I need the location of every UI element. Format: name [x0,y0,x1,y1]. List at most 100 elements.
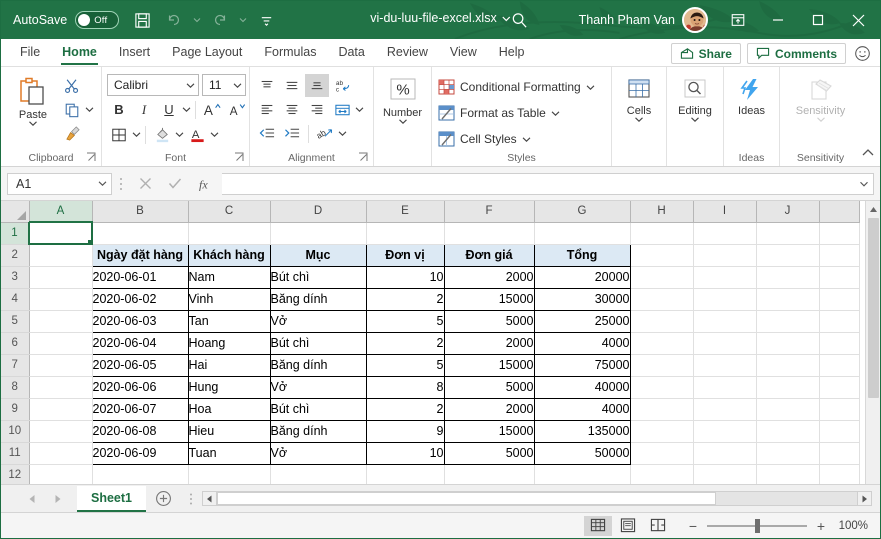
cell-partial-2[interactable] [819,244,860,267]
decrease-font-size-button[interactable]: A [225,98,249,121]
row-header-5[interactable]: 5 [1,310,30,333]
cell-C11[interactable]: Tuan [187,441,271,465]
save-button[interactable] [127,5,157,35]
split-handle[interactable] [180,492,202,506]
grid[interactable]: A B C D E F G H I J 1 2 Ngày đặt hàng Khách hàng Mục Đơ… [1,201,865,484]
cell-J3[interactable] [756,266,820,289]
cell-partial-7[interactable] [819,354,860,377]
cell-D9[interactable]: Bút chì [269,397,367,421]
tab-help[interactable]: Help [488,40,536,66]
row-header-8[interactable]: 8 [1,376,30,399]
insert-function-button[interactable]: fx [190,173,220,195]
row-header-9[interactable]: 9 [1,398,30,421]
cell-G12[interactable] [534,464,631,484]
cell-F6[interactable]: 2000 [443,331,535,355]
cell-J6[interactable] [756,332,820,355]
next-sheet-button[interactable] [45,487,71,511]
cell-F12[interactable] [444,464,535,484]
cell-A2[interactable] [29,244,93,267]
cell-G11[interactable]: 50000 [533,441,631,465]
bold-button[interactable]: B [107,98,131,121]
cell-D11[interactable]: Vở [269,441,367,465]
cell-C12[interactable] [188,464,271,484]
feedback-button[interactable] [852,44,872,64]
cancel-edit-button[interactable] [130,173,160,195]
row-header-4[interactable]: 4 [1,288,30,311]
undo-button[interactable] [159,5,189,35]
horizontal-scrollbar[interactable] [202,491,872,506]
format-painter-button[interactable] [60,122,84,145]
cell-C9[interactable]: Hoa [187,397,271,421]
cell-B5[interactable]: 2020-06-03 [91,309,189,333]
cell-D10[interactable]: Băng dính [269,419,367,443]
cell-H2[interactable] [630,244,694,267]
tab-data[interactable]: Data [327,40,375,66]
dialog-launcher-icon[interactable] [234,152,245,163]
row-header-11[interactable]: 11 [1,442,30,465]
font-color-button[interactable]: A [185,123,209,146]
maximize-button[interactable] [798,1,838,39]
cell-E11[interactable]: 10 [365,441,445,465]
tab-formulas[interactable]: Formulas [253,40,327,66]
align-bottom-button[interactable] [305,74,329,97]
cell-D12[interactable] [270,464,367,484]
zoom-slider[interactable] [707,517,807,535]
column-header-d[interactable]: D [270,201,367,223]
column-header-j[interactable]: J [756,201,820,223]
normal-view-button[interactable] [584,515,612,536]
column-header-c[interactable]: C [188,201,271,223]
confirm-edit-button[interactable] [160,173,190,195]
cell-B6[interactable]: 2020-06-04 [91,331,189,355]
close-button[interactable] [838,1,878,39]
cell-A7[interactable] [29,354,93,377]
cell-partial-11[interactable] [819,442,860,465]
avatar[interactable] [682,7,708,33]
cell-J7[interactable] [756,354,820,377]
redo-dropdown[interactable] [237,5,249,35]
cell-C7[interactable]: Hai [187,353,271,377]
cell-C6[interactable]: Hoang [187,331,271,355]
cell-J8[interactable] [756,376,820,399]
cell-B4[interactable]: 2020-06-02 [91,287,189,311]
chevron-down-icon[interactable] [182,106,191,113]
cell-H5[interactable] [630,310,694,333]
cell-B9[interactable]: 2020-06-07 [91,397,189,421]
cell-C2[interactable]: Khách hàng [187,243,271,267]
cell-partial-9[interactable] [819,398,860,421]
cell-E1[interactable] [366,222,445,245]
cell-partial-3[interactable] [819,266,860,289]
cell-I3[interactable] [693,266,757,289]
cell-F3[interactable]: 2000 [443,265,535,289]
cell-styles-button[interactable]: Cell Styles [438,127,531,151]
cell-G9[interactable]: 4000 [533,397,631,421]
customize-quick-access-button[interactable] [251,5,281,35]
tab-view[interactable]: View [439,40,488,66]
cell-partial-6[interactable] [819,332,860,355]
cell-I8[interactable] [693,376,757,399]
cell-B12[interactable] [92,464,189,484]
cell-F4[interactable]: 15000 [443,287,535,311]
font-family-select[interactable]: Calibri [107,74,199,96]
cell-C8[interactable]: Hung [187,375,271,399]
cell-G4[interactable]: 30000 [533,287,631,311]
cell-H11[interactable] [630,442,694,465]
cell-I9[interactable] [693,398,757,421]
vertical-scroll-track[interactable] [866,399,881,484]
cell-B7[interactable]: 2020-06-05 [91,353,189,377]
cell-F10[interactable]: 15000 [443,419,535,443]
cell-F8[interactable]: 5000 [443,375,535,399]
cell-D7[interactable]: Băng dính [269,353,367,377]
row-header-3[interactable]: 3 [1,266,30,289]
column-header-g[interactable]: G [534,201,631,223]
zoom-level[interactable]: 100% [838,520,880,532]
fill-color-button[interactable] [150,123,174,146]
cell-A6[interactable] [29,332,93,355]
text-orientation-button[interactable]: ab [313,122,337,145]
cell-partial-4[interactable] [819,288,860,311]
cell-G3[interactable]: 20000 [533,265,631,289]
cell-C5[interactable]: Tan [187,309,271,333]
horizontal-scroll-thumb[interactable] [217,492,717,505]
dialog-launcher-icon[interactable] [86,152,97,163]
cell-D4[interactable]: Băng dính [269,287,367,311]
cell-I7[interactable] [693,354,757,377]
